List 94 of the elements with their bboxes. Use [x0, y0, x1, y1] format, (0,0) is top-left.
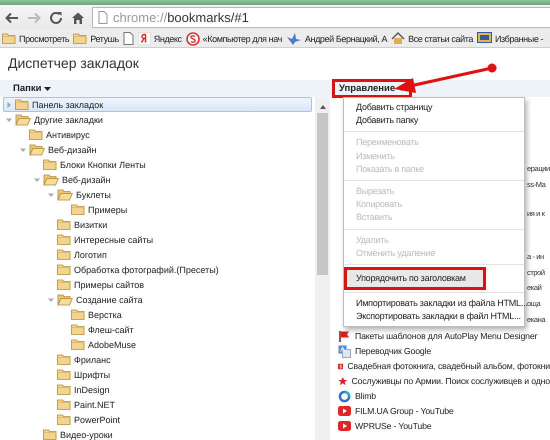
- folder-icon: [57, 264, 71, 275]
- folder-icon: [57, 234, 71, 245]
- folder-tree-item[interactable]: Антивирус: [3, 127, 312, 142]
- folder-icon: [57, 399, 71, 410]
- folder-icon: [71, 339, 85, 350]
- url-text: chrome://bookmarks/#1: [113, 10, 249, 25]
- open-folder-icon: [57, 188, 73, 200]
- folder-tree-item[interactable]: Панель закладок: [3, 97, 312, 112]
- bookmark-bar-item[interactable]: Избранные -: [476, 32, 544, 45]
- folder-tree-item[interactable]: Флеш-сайт: [3, 322, 312, 337]
- page-title: Диспетчер закладок: [7, 54, 139, 73]
- folder-icon: [73, 33, 88, 44]
- folder-tree-item[interactable]: Блоки Кнопки Ленты: [3, 157, 312, 172]
- bookmark-bar-item[interactable]: Яндекс: [138, 32, 182, 45]
- home-icon[interactable]: [70, 10, 86, 26]
- circle-logo-icon: [186, 32, 200, 46]
- video-play-icon: [338, 406, 351, 416]
- flag-icon: [338, 330, 351, 342]
- folder-tree-item[interactable]: Другие закладки: [3, 112, 312, 127]
- scrollbar[interactable]: [315, 97, 330, 440]
- folder-tree-item[interactable]: Верстка: [3, 307, 312, 322]
- folder-tree-item[interactable]: PowerPoint: [3, 412, 312, 427]
- open-folder-icon: [15, 114, 31, 126]
- page-icon[interactable]: [122, 32, 134, 45]
- bookmark-item[interactable]: WPRUSe - YouTube: [333, 418, 550, 434]
- folder-icon: [57, 279, 71, 290]
- manage-menu-button[interactable]: Управление: [335, 82, 410, 95]
- bookmark-bar-item[interactable]: «Компьютер для нач: [186, 32, 282, 46]
- folder-tree-item[interactable]: InDesign: [3, 382, 312, 397]
- folder-tree-item[interactable]: Веб-дизайн: [3, 172, 312, 187]
- caret-icon: [44, 86, 52, 90]
- folder-tree-item[interactable]: AdobeMuse: [3, 337, 312, 352]
- bookmark-item[interactable]: Свадебная фотокнига, свадебный альбом, фотокни: [333, 358, 550, 374]
- bookmark-item[interactable]: Сослуживцы по Армии. Поиск сослуживцев и одно: [333, 374, 550, 388]
- folder-tree-item[interactable]: Создание сайта: [3, 292, 312, 307]
- expanded-triangle-icon[interactable]: [32, 176, 42, 184]
- page-icon: [98, 11, 108, 24]
- folder-tree-item[interactable]: Обработка фотографий.(Пресеты): [3, 262, 312, 277]
- folder-tree-item[interactable]: Видео-уроки: [3, 427, 312, 440]
- folder-icon: [43, 159, 57, 170]
- expanded-triangle-icon[interactable]: [46, 296, 56, 304]
- folder-icon: [57, 219, 71, 230]
- folder-tree-item[interactable]: Визитки: [3, 217, 312, 232]
- bookmark-item[interactable]: Blimb: [333, 388, 550, 404]
- reload-icon[interactable]: [48, 10, 64, 26]
- folder-icon: [57, 354, 71, 365]
- address-bar[interactable]: chrome://bookmarks/#1: [92, 7, 550, 28]
- folder-icon: [43, 429, 57, 440]
- expanded-triangle-icon[interactable]: [18, 146, 28, 154]
- bookmark-bar-item[interactable]: Андрей Бернацкий, А: [286, 32, 388, 45]
- menu-item[interactable]: Добавить папку: [344, 114, 524, 128]
- folder-icon: [57, 414, 71, 425]
- menu-item[interactable]: Экспортировать закладки в файл HTML...: [344, 310, 524, 324]
- bookmark-item[interactable]: Переводчик Google: [333, 344, 550, 358]
- menu-item[interactable]: Упорядочить по заголовкам: [346, 268, 484, 288]
- bookmark-bar-item[interactable]: Просмотреть: [2, 33, 70, 44]
- folder-icon: [15, 99, 29, 110]
- translate-icon: [338, 344, 351, 358]
- folder-tree-item[interactable]: Примеры сайтов: [3, 277, 312, 292]
- folder-icon: [71, 324, 85, 335]
- folder-tree-item[interactable]: Примеры: [3, 202, 312, 217]
- folder-tree-item[interactable]: Paint.NET: [3, 397, 312, 412]
- open-folder-icon: [43, 174, 59, 186]
- folder-icon: [2, 33, 16, 44]
- video-play-icon: [338, 421, 351, 431]
- folder-icon: [71, 204, 85, 215]
- ring-logo-icon: [338, 390, 351, 402]
- house-icon: [391, 32, 406, 45]
- bookmark-item[interactable]: FILM.UA Group - YouTube: [333, 404, 550, 418]
- folder-tree-item[interactable]: Фриланс: [3, 352, 312, 367]
- folder-icon: [57, 369, 71, 380]
- expanded-triangle-icon[interactable]: [46, 190, 56, 198]
- scroll-up-icon[interactable]: [318, 103, 326, 111]
- folder-tree-item[interactable]: Веб-дизайн: [3, 142, 312, 157]
- folder-tree-item[interactable]: Шрифты: [3, 367, 312, 382]
- open-folder-icon: [57, 294, 73, 306]
- folder-tree-item[interactable]: Буклеты: [3, 187, 312, 202]
- star-icon: [338, 374, 348, 388]
- folder-tree-item[interactable]: Интересные сайты: [3, 232, 312, 247]
- bookmark-item[interactable]: Пакеты шаблонов для AutoPlay Menu Designer: [333, 328, 550, 344]
- menu-item[interactable]: Добавить страницу: [344, 101, 524, 114]
- folder-icon: [57, 384, 71, 395]
- open-folder-icon: [29, 144, 45, 156]
- folder-icon: [29, 129, 43, 140]
- folder-icon: [57, 249, 71, 260]
- folder-tree-item[interactable]: Логотип: [3, 247, 312, 262]
- monitor-icon: [476, 32, 492, 45]
- bookmark-bar-item[interactable]: Ретушь: [73, 33, 119, 44]
- folders-menu-button[interactable]: Папки: [10, 83, 54, 94]
- expanded-triangle-icon[interactable]: [4, 116, 14, 124]
- bird-icon: [286, 32, 302, 45]
- folder-icon: [71, 309, 85, 320]
- scrollbar-thumb[interactable]: [317, 113, 328, 275]
- bookmark-bar-item[interactable]: Все статьи сайта: [391, 32, 473, 45]
